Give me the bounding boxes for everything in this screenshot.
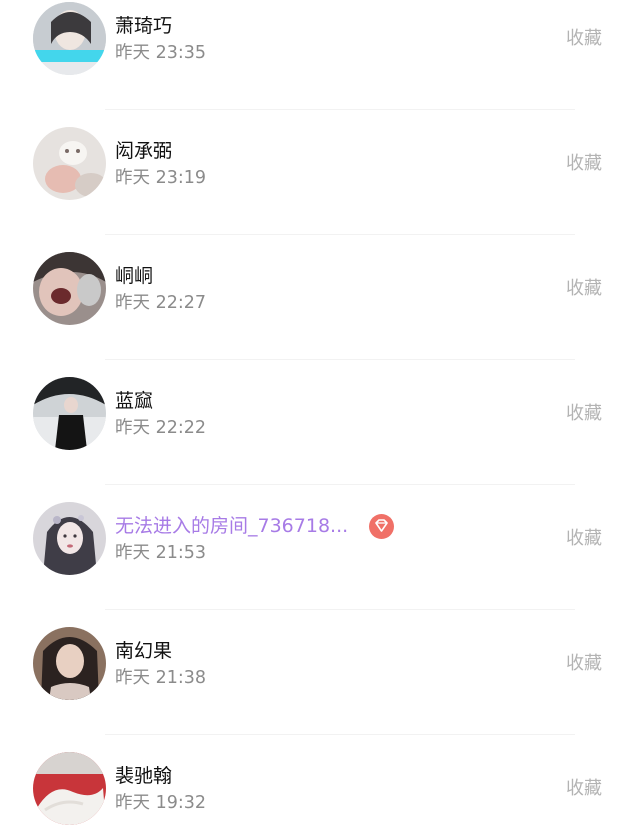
list-item[interactable]: 裴驰翰 昨天 19:32 收藏 [0, 750, 640, 837]
divider [105, 234, 575, 235]
user-name: 裴驰翰 [115, 765, 173, 787]
user-name: 无法进入的房间_736718... [115, 515, 349, 537]
favorite-button[interactable]: 收藏 [566, 277, 602, 301]
timestamp: 昨天 23:19 [115, 168, 206, 188]
list-item[interactable]: 萧琦巧 昨天 23:35 收藏 [0, 0, 640, 125]
avatar[interactable] [33, 2, 106, 75]
favorite-button[interactable]: 收藏 [566, 152, 602, 176]
divider [105, 359, 575, 360]
diamond-icon [369, 514, 394, 539]
favorite-button[interactable]: 收藏 [566, 402, 602, 426]
user-name: 南幻果 [115, 640, 173, 662]
avatar[interactable] [33, 627, 106, 700]
avatar[interactable] [33, 377, 106, 450]
timestamp: 昨天 21:38 [115, 668, 206, 688]
favorite-button[interactable]: 收藏 [566, 27, 602, 51]
divider [105, 484, 575, 485]
list-item[interactable]: 南幻果 昨天 21:38 收藏 [0, 625, 640, 750]
collection-list: 萧琦巧 昨天 23:35 收藏 闳承弼 昨天 23:19 收藏 峒峒 昨天 22… [0, 0, 640, 837]
avatar[interactable] [33, 752, 106, 825]
timestamp: 昨天 22:22 [115, 418, 206, 438]
favorite-button[interactable]: 收藏 [566, 777, 602, 801]
divider [105, 109, 575, 110]
divider [105, 609, 575, 610]
list-item[interactable]: 峒峒 昨天 22:27 收藏 [0, 250, 640, 375]
user-name: 峒峒 [115, 265, 154, 287]
list-item[interactable]: 蓝窳 昨天 22:22 收藏 [0, 375, 640, 500]
user-name: 蓝窳 [115, 390, 154, 412]
user-name: 萧琦巧 [115, 15, 173, 37]
list-item[interactable]: 闳承弼 昨天 23:19 收藏 [0, 125, 640, 250]
list-item[interactable]: 无法进入的房间_736718... 昨天 21:53 收藏 [0, 500, 640, 625]
avatar[interactable] [33, 127, 106, 200]
favorite-button[interactable]: 收藏 [566, 527, 602, 551]
user-name: 闳承弼 [115, 140, 173, 162]
avatar[interactable] [33, 502, 106, 575]
divider [105, 734, 575, 735]
timestamp: 昨天 23:35 [115, 43, 206, 63]
avatar[interactable] [33, 252, 106, 325]
timestamp: 昨天 21:53 [115, 543, 206, 563]
timestamp: 昨天 22:27 [115, 293, 206, 313]
favorite-button[interactable]: 收藏 [566, 652, 602, 676]
timestamp: 昨天 19:32 [115, 793, 206, 813]
